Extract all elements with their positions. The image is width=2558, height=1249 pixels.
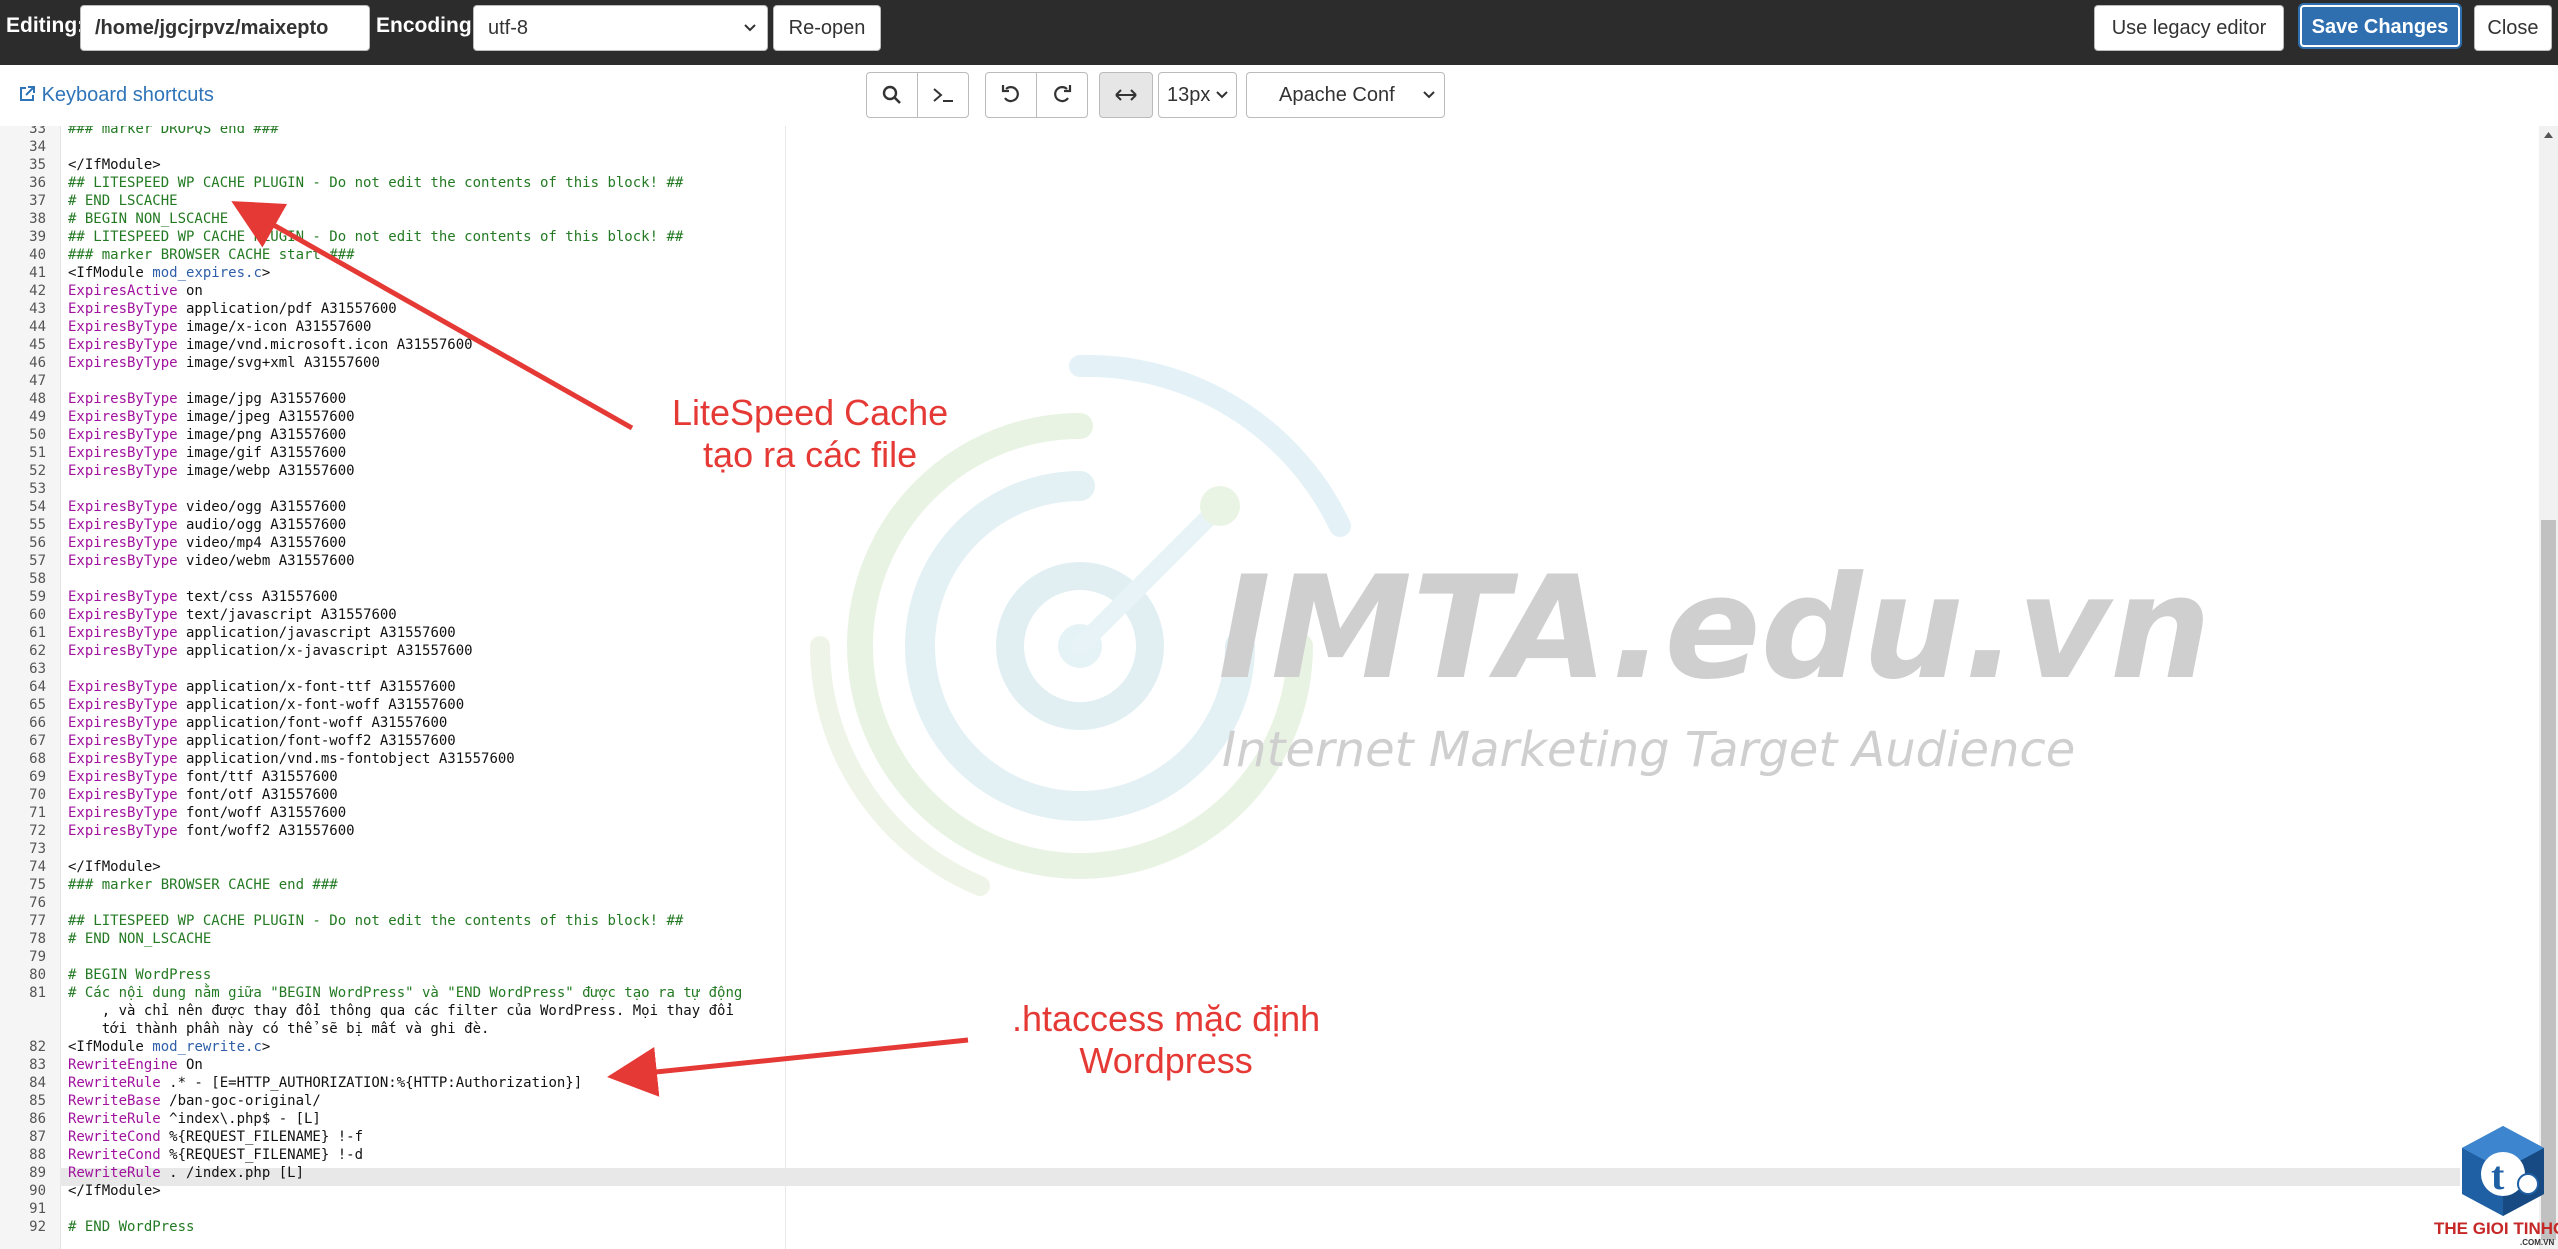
logo-letter: t — [2491, 1153, 2505, 1198]
annotation-htaccess-line2: Wordpress — [1079, 1040, 1253, 1081]
keyboard-shortcuts-link[interactable]: Keyboard shortcuts — [18, 84, 214, 109]
annotation-htaccess-line1: .htaccess mặc định — [1012, 998, 1321, 1039]
annotation-arrows — [231, 201, 969, 1097]
save-changes-button[interactable]: Save Changes — [2300, 5, 2460, 47]
annotation-litespeed-line2: tạo ra các file — [703, 434, 918, 475]
undo-button[interactable] — [985, 72, 1037, 118]
keyboard-shortcuts-label: Keyboard shortcuts — [41, 84, 214, 106]
syntax-mode-select[interactable]: Apache Conf — [1246, 72, 1445, 118]
editor-toolbar: Keyboard shortcuts 13px Apache Conf — [0, 65, 2558, 127]
wrap-icon — [1113, 76, 1139, 120]
logo-brand: THE GIOI TINHOC — [2434, 1219, 2558, 1238]
reopen-button[interactable]: Re-open — [773, 5, 881, 51]
redo-button[interactable] — [1036, 72, 1088, 118]
watermark-brand: IMTA.edu.vn — [1218, 546, 2212, 711]
logo-domain: .COM.VN — [2520, 1238, 2555, 1247]
encoding-select[interactable]: utf-8 — [473, 5, 768, 51]
site-logo: t THE GIOI TINHOC .COM.VN — [2432, 1122, 2558, 1249]
chevron-down-icon — [1422, 73, 1436, 117]
close-button[interactable]: Close — [2474, 5, 2552, 51]
annotation-litespeed-line1: LiteSpeed Cache — [672, 392, 949, 433]
chevron-down-icon — [1215, 73, 1229, 117]
undo-icon — [1000, 77, 1022, 121]
font-size-select[interactable]: 13px — [1158, 72, 1237, 118]
legacy-editor-button[interactable]: Use legacy editor — [2094, 5, 2284, 51]
command-button[interactable] — [917, 72, 969, 118]
search-button[interactable] — [866, 72, 918, 118]
search-icon — [882, 77, 902, 121]
encoding-value: utf-8 — [488, 17, 529, 39]
file-path-text: /home/jgcjrpvz/maixepto — [95, 17, 329, 39]
encoding-label: Encoding: — [376, 14, 479, 37]
font-size-value: 13px — [1167, 84, 1211, 106]
annotation-litespeed: LiteSpeed Cache tạo ra các file — [672, 392, 948, 476]
file-path-field[interactable]: /home/jgcjrpvz/maixepto — [80, 5, 370, 51]
editor-header: Editing: /home/jgcjrpvz/maixepto Encodin… — [0, 0, 2558, 65]
editing-label: Editing: — [6, 14, 85, 37]
word-wrap-toggle[interactable] — [1099, 72, 1153, 118]
terminal-icon — [931, 77, 955, 121]
external-link-icon — [18, 85, 36, 109]
redo-icon — [1051, 77, 1073, 121]
chevron-down-icon — [743, 18, 757, 43]
annotation-htaccess: .htaccess mặc định Wordpress — [1012, 998, 1320, 1082]
watermark-tagline: Internet Marketing Target Audience — [1222, 722, 2076, 778]
scroll-up-arrow[interactable] — [2542, 128, 2555, 142]
code-editor[interactable]: IMTA.edu.vn Internet Marketing Target Au… — [0, 126, 2558, 1249]
syntax-mode-value: Apache Conf — [1279, 84, 1395, 106]
